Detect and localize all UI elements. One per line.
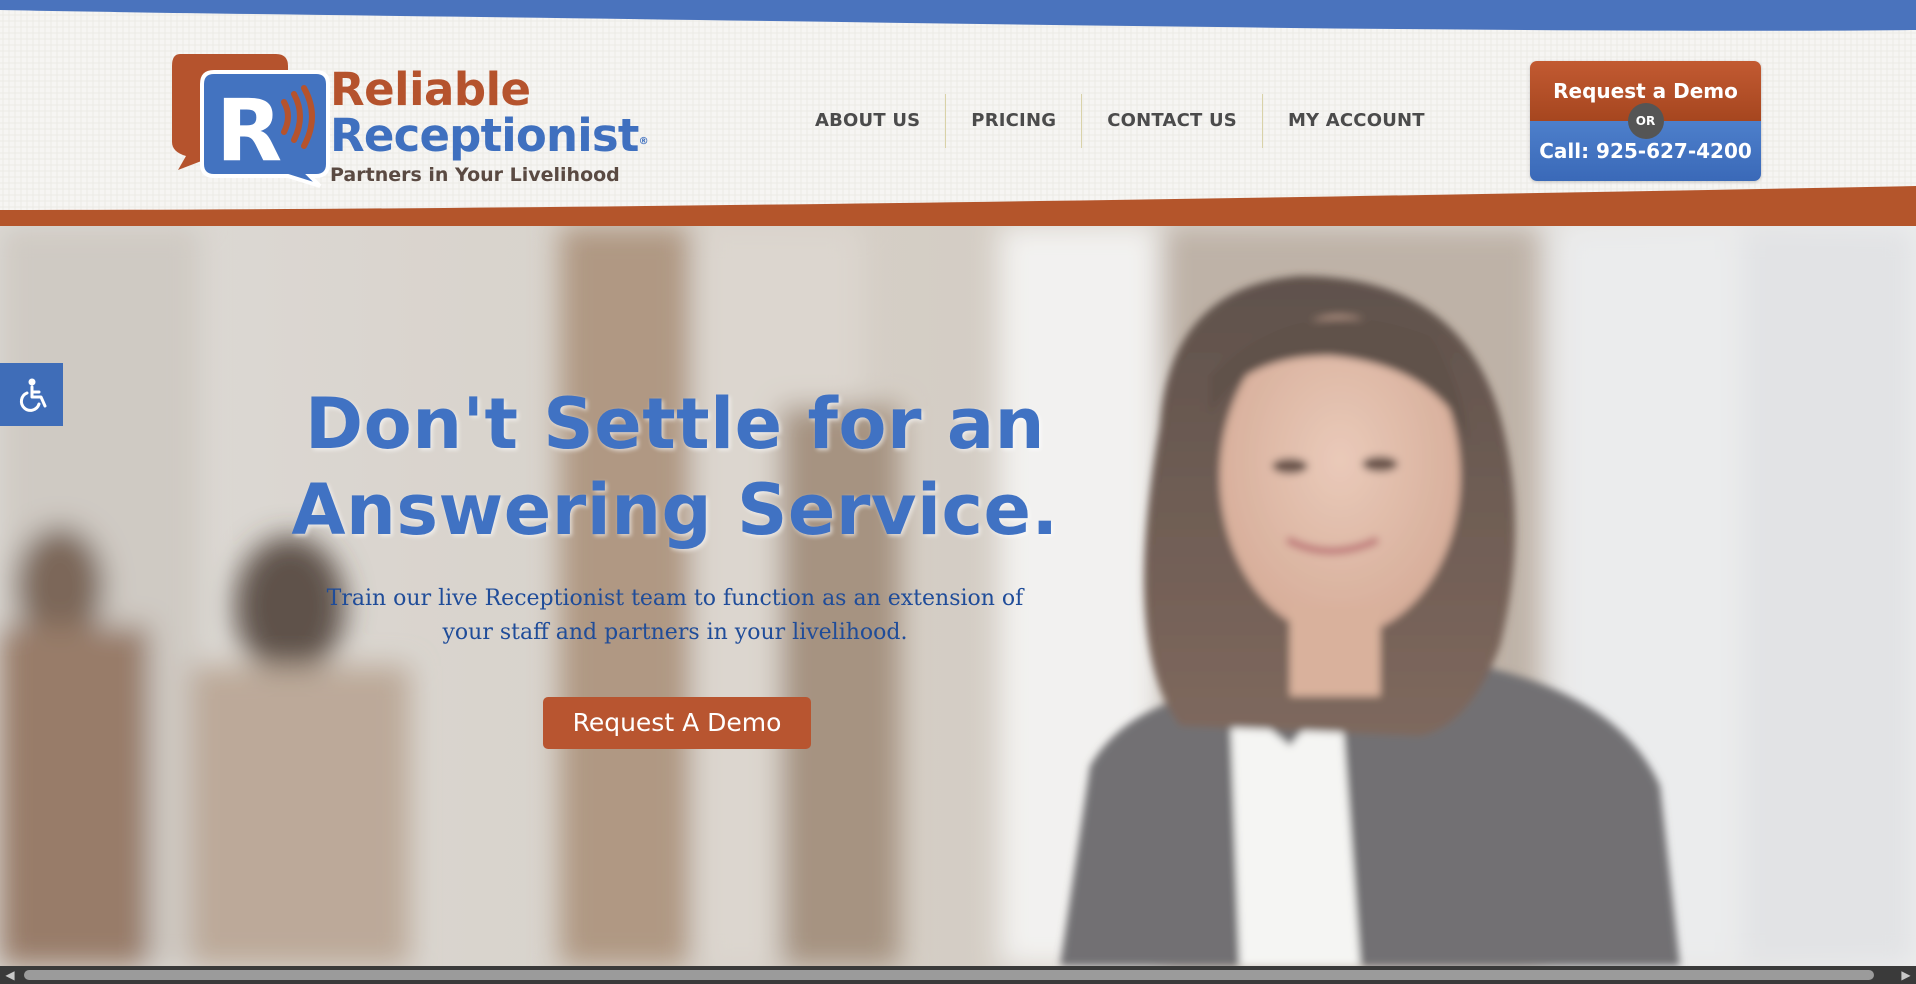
- logo-name-receptionist: Receptionist®: [330, 109, 649, 162]
- logo-chat-icon: R: [172, 54, 330, 188]
- wheelchair-icon: [19, 378, 46, 412]
- nav-about-us[interactable]: ABOUT US: [790, 94, 945, 148]
- logo-tagline: Partners in Your Livelihood: [330, 164, 620, 186]
- or-badge: OR: [1627, 103, 1664, 139]
- main-nav: ABOUT US PRICING CONTACT US MY ACCOUNT: [790, 94, 1450, 148]
- hero-headline-line1: Don't Settle for an: [305, 383, 1045, 465]
- hero-headline-line2: Answering Service.: [291, 469, 1059, 551]
- accessibility-button[interactable]: [0, 363, 63, 426]
- registered-mark: ®: [638, 136, 649, 147]
- nav-my-account[interactable]: MY ACCOUNT: [1263, 94, 1450, 148]
- nav-contact-us[interactable]: CONTACT US: [1082, 94, 1262, 148]
- logo-wordmark: Reliable Receptionist® Partners in Your …: [330, 63, 649, 188]
- hero-section: Don't Settle for an Answering Service. T…: [0, 226, 1916, 966]
- hero-request-demo-button[interactable]: Request A Demo: [543, 697, 811, 749]
- header-cta: Request a Demo Call: 925-627-4200 OR: [1530, 61, 1761, 181]
- hero-headline: Don't Settle for an Answering Service.: [230, 381, 1120, 553]
- horizontal-scrollbar[interactable]: ◀ ▶: [0, 966, 1916, 984]
- scrollbar-thumb[interactable]: [24, 970, 1874, 980]
- scroll-left-arrow[interactable]: ◀: [0, 966, 20, 984]
- nav-pricing[interactable]: PRICING: [946, 94, 1081, 148]
- brand-logo[interactable]: R Reliable Receptionist® Partners in You…: [168, 52, 668, 192]
- svg-text:R: R: [216, 81, 282, 181]
- logo-name-reliable: Reliable: [330, 63, 531, 116]
- hero-subtitle: Train our live Receptionist team to func…: [326, 586, 1024, 645]
- site-header: R Reliable Receptionist® Partners in You…: [0, 0, 1916, 226]
- scroll-right-arrow[interactable]: ▶: [1896, 966, 1916, 984]
